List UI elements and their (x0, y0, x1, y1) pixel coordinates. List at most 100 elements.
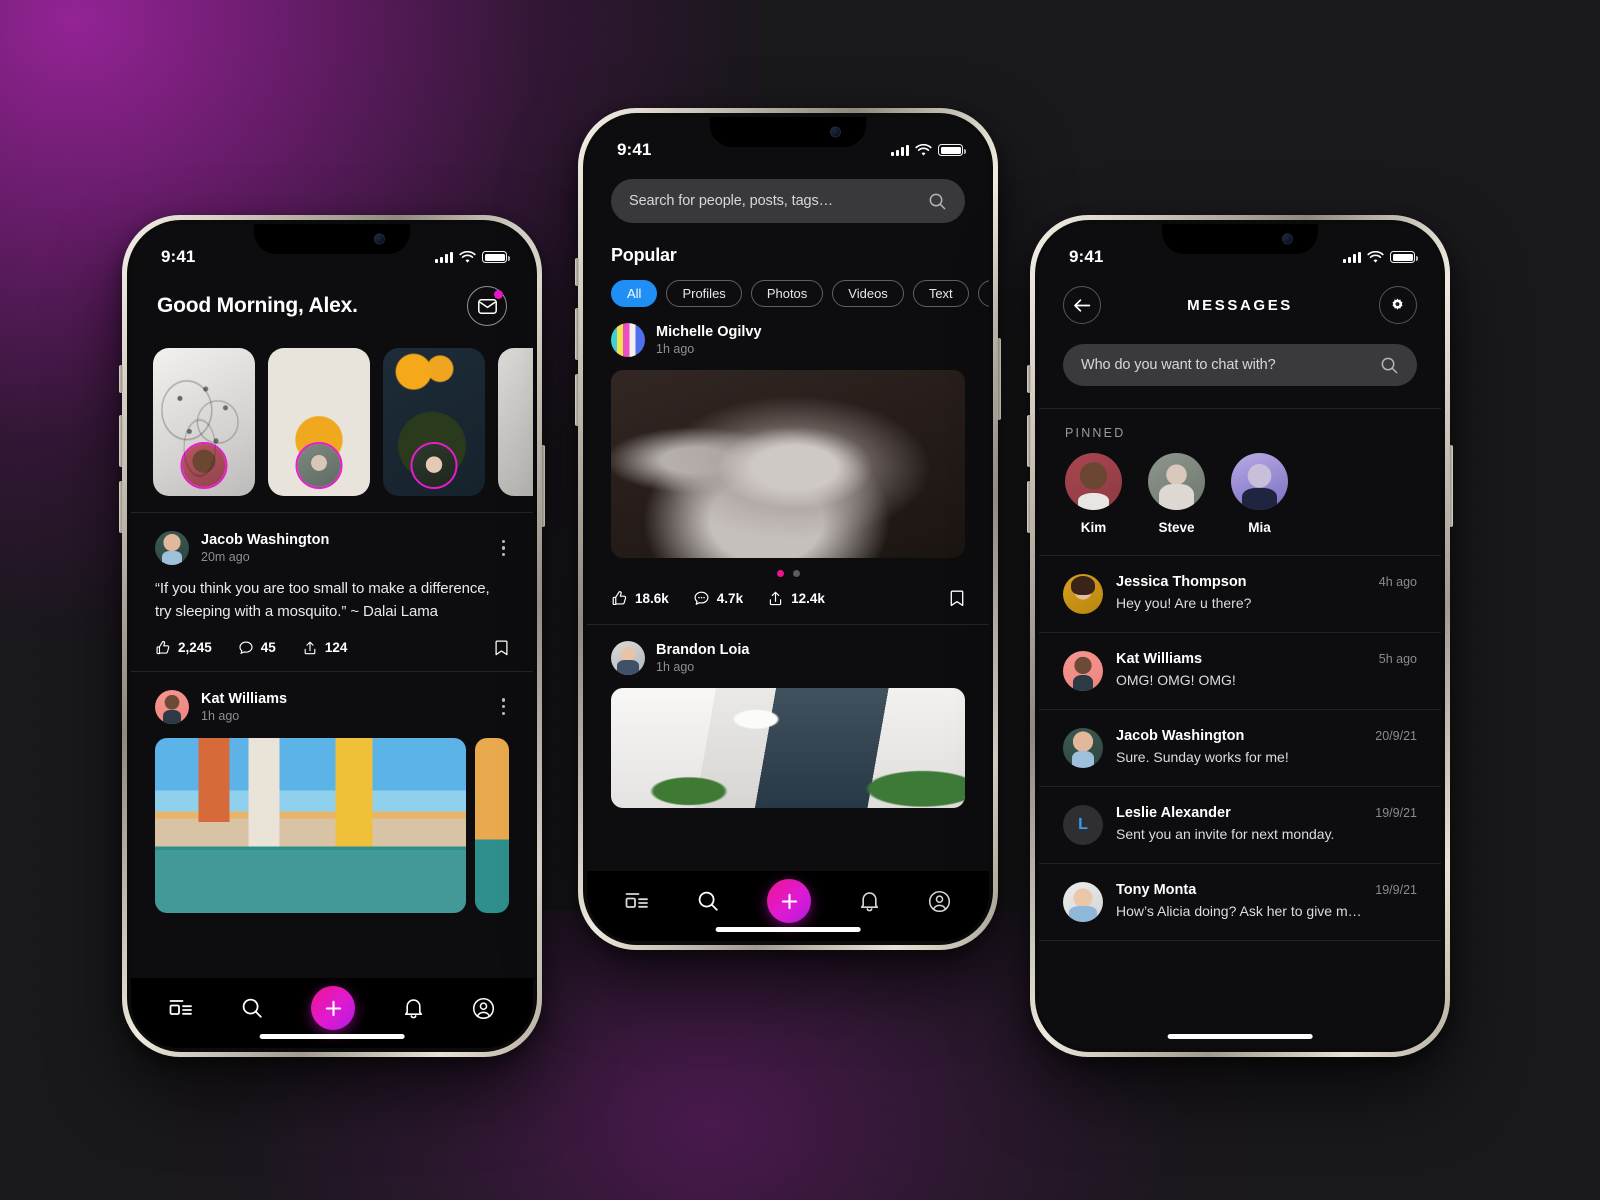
filter-chip-photos[interactable]: Photos (750, 280, 824, 307)
tab-notifications[interactable] (859, 890, 880, 912)
search-input[interactable]: Search for people, posts, tags… (611, 179, 965, 223)
avatar[interactable] (1231, 453, 1288, 510)
post-image[interactable] (611, 688, 965, 808)
back-button[interactable] (1063, 286, 1101, 324)
post-text: “If you think you are too small to make … (155, 580, 490, 620)
share-action[interactable]: 12.4k (767, 590, 825, 607)
volume-up-button[interactable] (1027, 415, 1031, 467)
chat-thread-row[interactable]: Jacob Washington 20/9/21 Sure. Sunday wo… (1039, 710, 1441, 786)
chat-thread-row[interactable]: Tony Monta 19/9/21 How’s Alicia doing? A… (1039, 864, 1441, 940)
filter-chip-all[interactable]: All (611, 280, 658, 307)
post-more-button[interactable] (498, 536, 509, 561)
comment-action[interactable]: 4.7k (693, 590, 743, 607)
filter-chip-text[interactable]: Text (912, 280, 969, 307)
chat-contact-name: Leslie Alexander (1116, 805, 1231, 821)
bookmark-icon (495, 640, 508, 655)
bell-icon (404, 999, 423, 1019)
chat-search-input[interactable]: Who do you want to chat with? (1063, 344, 1417, 386)
tab-feed[interactable] (625, 892, 649, 911)
power-button[interactable] (1449, 445, 1453, 527)
avatar[interactable] (611, 641, 645, 675)
settings-button[interactable] (1378, 286, 1417, 324)
chat-heading: Tony Monta 19/9/21 (1116, 882, 1417, 898)
story-avatar[interactable] (180, 442, 228, 489)
bookmark-action[interactable] (494, 639, 509, 657)
story-card[interactable] (268, 348, 370, 496)
volume-down-button[interactable] (119, 481, 123, 533)
avatar[interactable] (1148, 453, 1205, 510)
avatar[interactable] (155, 531, 189, 565)
filter-chip-videos[interactable]: Videos (832, 280, 904, 307)
pinned-contact-name: Mia (1248, 520, 1271, 535)
avatar[interactable] (1063, 882, 1103, 922)
avatar[interactable] (1065, 453, 1122, 510)
story-avatar[interactable] (295, 442, 343, 489)
avatar[interactable] (1063, 728, 1103, 768)
avatar[interactable] (155, 689, 189, 724)
story-card[interactable] (498, 348, 533, 496)
comment-action[interactable]: 45 (238, 640, 276, 656)
mute-switch[interactable] (119, 365, 123, 393)
avatar[interactable] (611, 323, 645, 357)
post-timestamp: 1h ago (656, 342, 695, 356)
like-action[interactable]: 2,245 (155, 640, 212, 656)
create-post-button[interactable] (767, 879, 811, 923)
pinned-contact[interactable]: Steve (1148, 453, 1205, 535)
volume-up-button[interactable] (575, 308, 579, 360)
pinned-contact[interactable]: Kim (1065, 453, 1122, 535)
comment-count: 4.7k (716, 591, 744, 606)
pager-dot[interactable] (792, 570, 800, 577)
post-image[interactable] (155, 737, 466, 913)
mute-switch[interactable] (575, 258, 579, 286)
filter-chip-row[interactable]: All Profiles Photos Videos Text Links (587, 266, 989, 307)
greeting-title: Good Morning, Alex. (157, 294, 358, 317)
post-image[interactable] (611, 370, 965, 558)
filter-chip-links[interactable]: Links (977, 280, 989, 307)
thumbs-up-icon (156, 640, 170, 654)
post-header: Jacob Washington 20m ago (155, 531, 509, 565)
filter-chip-profiles[interactable]: Profiles (666, 280, 742, 307)
avatar[interactable] (1063, 651, 1103, 691)
carousel-pager[interactable] (587, 558, 989, 577)
mail-button[interactable] (467, 286, 507, 326)
chat-thread-row[interactable]: L Leslie Alexander 19/9/21 Sent you an i… (1039, 787, 1441, 863)
chat-contact-name: Jacob Washington (1116, 728, 1245, 744)
tab-search[interactable] (241, 997, 263, 1019)
comment-icon (239, 641, 253, 654)
profile-icon (472, 997, 495, 1019)
like-action[interactable]: 18.6k (611, 590, 669, 607)
story-card[interactable] (153, 348, 255, 496)
pinned-contact[interactable]: Mia (1231, 453, 1288, 535)
post-more-button[interactable] (498, 694, 509, 719)
create-post-button[interactable] (311, 986, 355, 1030)
power-button[interactable] (541, 445, 545, 527)
tab-notifications[interactable] (403, 997, 424, 1019)
bookmark-action[interactable] (949, 589, 965, 608)
tab-feed[interactable] (169, 999, 193, 1018)
post-image-carousel[interactable] (155, 737, 509, 913)
status-time: 9:41 (1069, 247, 1104, 266)
pager-dot-active[interactable] (776, 570, 784, 577)
chat-content: Kat Williams 5h ago OMG! OMG! OMG! (1116, 651, 1417, 688)
post-image-next[interactable] (475, 737, 509, 913)
stories-carousel[interactable] (131, 342, 533, 512)
volume-down-button[interactable] (1027, 481, 1031, 533)
chat-content: Jessica Thompson 4h ago Hey you! Are u t… (1116, 574, 1417, 611)
pinned-contacts-row[interactable]: Kim Steve Mia (1039, 440, 1441, 555)
avatar[interactable] (1063, 574, 1103, 614)
tab-search[interactable] (697, 890, 719, 912)
power-button[interactable] (997, 338, 1001, 420)
mute-switch[interactable] (1027, 365, 1031, 393)
tab-profile[interactable] (928, 890, 951, 913)
avatar[interactable]: L (1063, 805, 1103, 845)
chat-thread-row[interactable]: Kat Williams 5h ago OMG! OMG! OMG! (1039, 633, 1441, 709)
messages-search-wrap: Who do you want to chat with? (1039, 324, 1441, 386)
volume-down-button[interactable] (575, 374, 579, 426)
story-avatar[interactable] (410, 442, 458, 489)
volume-up-button[interactable] (119, 415, 123, 467)
post-author-block: Michelle Ogilvy 1h ago (656, 324, 965, 356)
tab-profile[interactable] (472, 997, 495, 1020)
share-action[interactable]: 124 (302, 640, 347, 656)
chat-thread-row[interactable]: Jessica Thompson 4h ago Hey you! Are u t… (1039, 556, 1441, 632)
story-card[interactable] (383, 348, 485, 496)
